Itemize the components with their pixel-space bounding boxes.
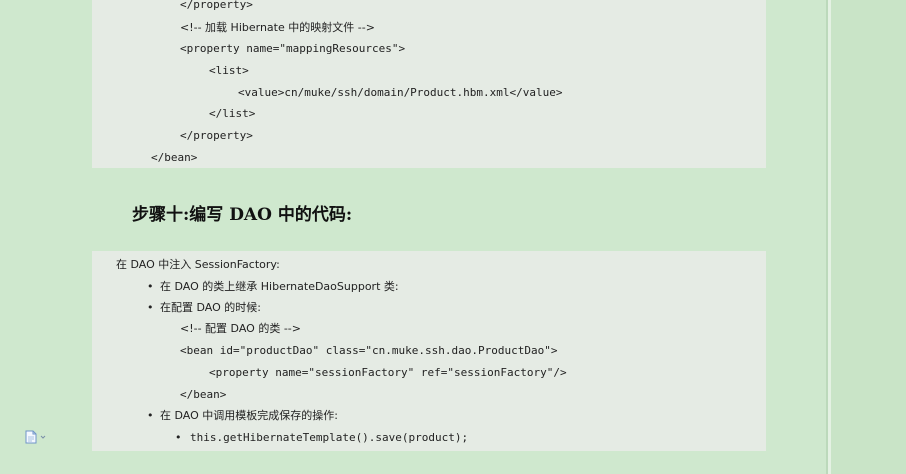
code-line: <list>	[209, 64, 249, 77]
code-line: <property name="mappingResources">	[180, 42, 406, 55]
intro-text: 在 DAO 中注入 SessionFactory:	[116, 258, 280, 271]
code-line: <bean id="productDao" class="cn.muke.ssh…	[180, 344, 558, 357]
bullet-item: 在 DAO 的类上继承 HibernateDaoSupport 类:	[160, 280, 399, 293]
window-gutter	[826, 0, 906, 474]
document-page: </property> <!-- 加载 Hibernate 中的映射文件 -->…	[0, 0, 826, 474]
code-line: </list>	[209, 107, 256, 120]
code-line: <property name="sessionFactory" ref="ses…	[209, 366, 567, 379]
section-heading: 步骤十:编写 DAO 中的代码:	[132, 205, 353, 225]
code-comment: <!-- 加载 Hibernate 中的映射文件 -->	[180, 21, 375, 34]
code-line: </bean>	[180, 388, 227, 401]
code-line: </bean>	[151, 151, 198, 164]
document-icon[interactable]	[25, 430, 47, 444]
code-comment: <!-- 配置 DAO 的类 -->	[180, 322, 301, 335]
bullet-marker: •	[175, 431, 182, 444]
bullet-marker: •	[147, 280, 154, 293]
code-line: </property>	[180, 129, 253, 142]
code-line: this.getHibernateTemplate().save(product…	[190, 431, 469, 444]
bullet-item: 在配置 DAO 的时候:	[160, 301, 261, 314]
code-line: </property>	[180, 0, 253, 11]
bullet-marker: •	[147, 409, 154, 422]
bullet-item: 在 DAO 中调用模板完成保存的操作:	[160, 409, 338, 422]
bullet-marker: •	[147, 301, 154, 314]
code-line: <value>cn/muke/ssh/domain/Product.hbm.xm…	[238, 86, 563, 99]
